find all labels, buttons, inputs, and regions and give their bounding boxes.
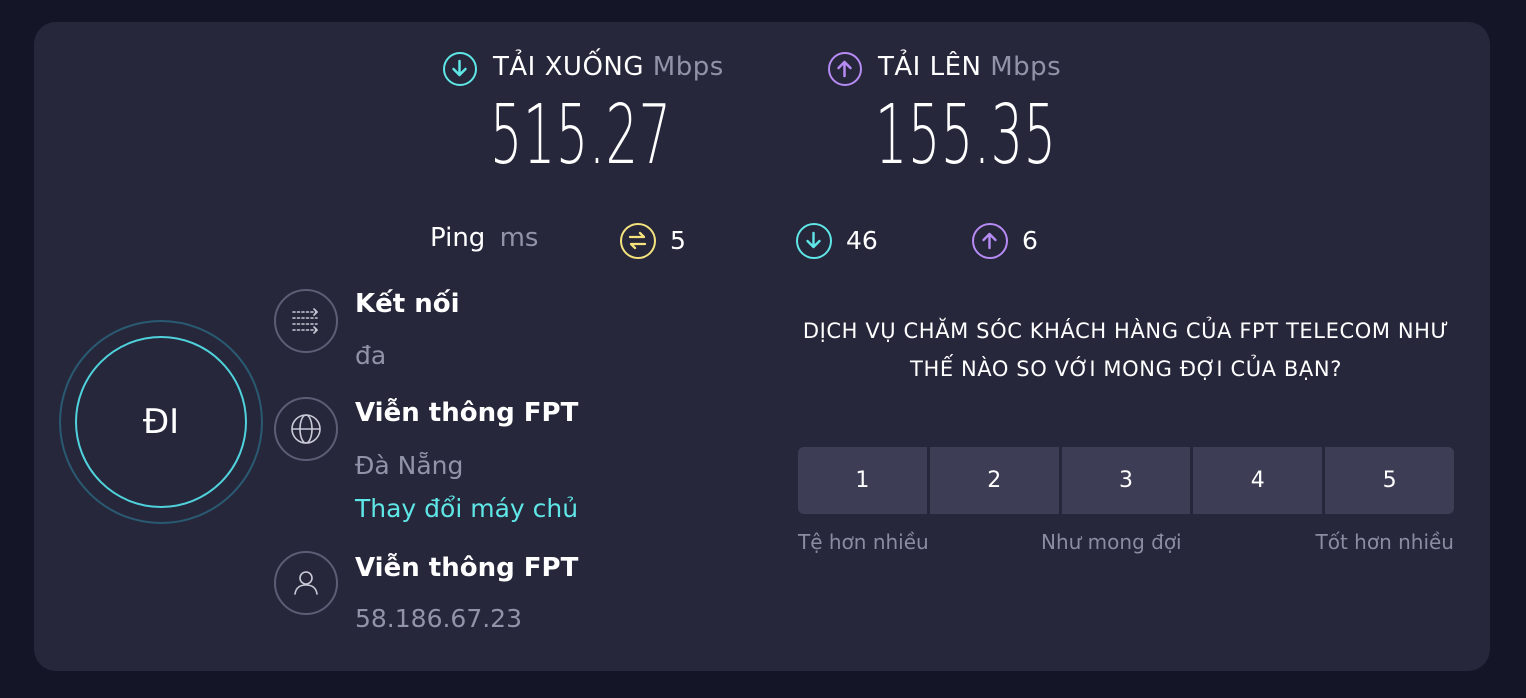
client-ip: 58.186.67.23 bbox=[355, 604, 522, 633]
upload-speed-value: 155.35 bbox=[875, 88, 1057, 183]
rating-option-3[interactable]: 3 bbox=[1061, 447, 1191, 514]
upload-unit: Mbps bbox=[990, 52, 1062, 82]
ping-idle-value: 5 bbox=[670, 226, 686, 255]
upload-label-row: TẢI LÊN Mbps bbox=[878, 52, 1061, 82]
upload-label: TẢI LÊN bbox=[878, 52, 982, 82]
ping-unit: ms bbox=[499, 223, 539, 253]
server-name: Viễn thông FPT bbox=[355, 398, 579, 428]
rating-option-5[interactable]: 5 bbox=[1325, 447, 1454, 514]
go-button-label: ĐI bbox=[142, 402, 180, 442]
connections-icon bbox=[274, 289, 338, 353]
user-icon bbox=[274, 551, 338, 615]
download-unit: Mbps bbox=[652, 52, 724, 82]
connection-title: Kết nối bbox=[355, 289, 460, 319]
globe-icon bbox=[274, 397, 338, 461]
rating-scale: 1 2 3 4 5 bbox=[798, 447, 1454, 514]
survey-question: DỊCH VỤ CHĂM SÓC KHÁCH HÀNG CỦA FPT TELE… bbox=[802, 319, 1450, 381]
ping-upload-value: 6 bbox=[1022, 226, 1038, 255]
rating-option-4[interactable]: 4 bbox=[1193, 447, 1323, 514]
ping-label: Ping bbox=[430, 223, 486, 253]
ping-idle-icon bbox=[620, 223, 656, 259]
connection-value: đa bbox=[355, 341, 387, 370]
server-location: Đà Nẵng bbox=[355, 451, 464, 480]
download-label: TẢI XUỐNG bbox=[493, 52, 645, 82]
scale-mid-label: Như mong đợi bbox=[1041, 530, 1182, 554]
scale-high-label: Tốt hơn nhiều bbox=[1315, 530, 1455, 554]
go-button[interactable]: ĐI bbox=[75, 336, 247, 508]
scale-low-label: Tệ hơn nhiều bbox=[798, 530, 929, 554]
ping-label-row: Ping ms bbox=[430, 223, 538, 253]
rating-option-1[interactable]: 1 bbox=[798, 447, 927, 514]
upload-arrow-icon bbox=[828, 52, 862, 86]
rating-option-2[interactable]: 2 bbox=[929, 447, 1059, 514]
ping-upload-icon bbox=[972, 223, 1008, 259]
ping-download-icon bbox=[796, 223, 832, 259]
download-label-row: TẢI XUỐNG Mbps bbox=[493, 52, 724, 82]
client-isp: Viễn thông FPT bbox=[355, 553, 579, 583]
download-arrow-icon bbox=[443, 52, 477, 86]
download-speed-value: 515.27 bbox=[490, 88, 672, 183]
ping-download-value: 46 bbox=[846, 226, 878, 255]
change-server-link[interactable]: Thay đổi máy chủ bbox=[355, 494, 578, 523]
